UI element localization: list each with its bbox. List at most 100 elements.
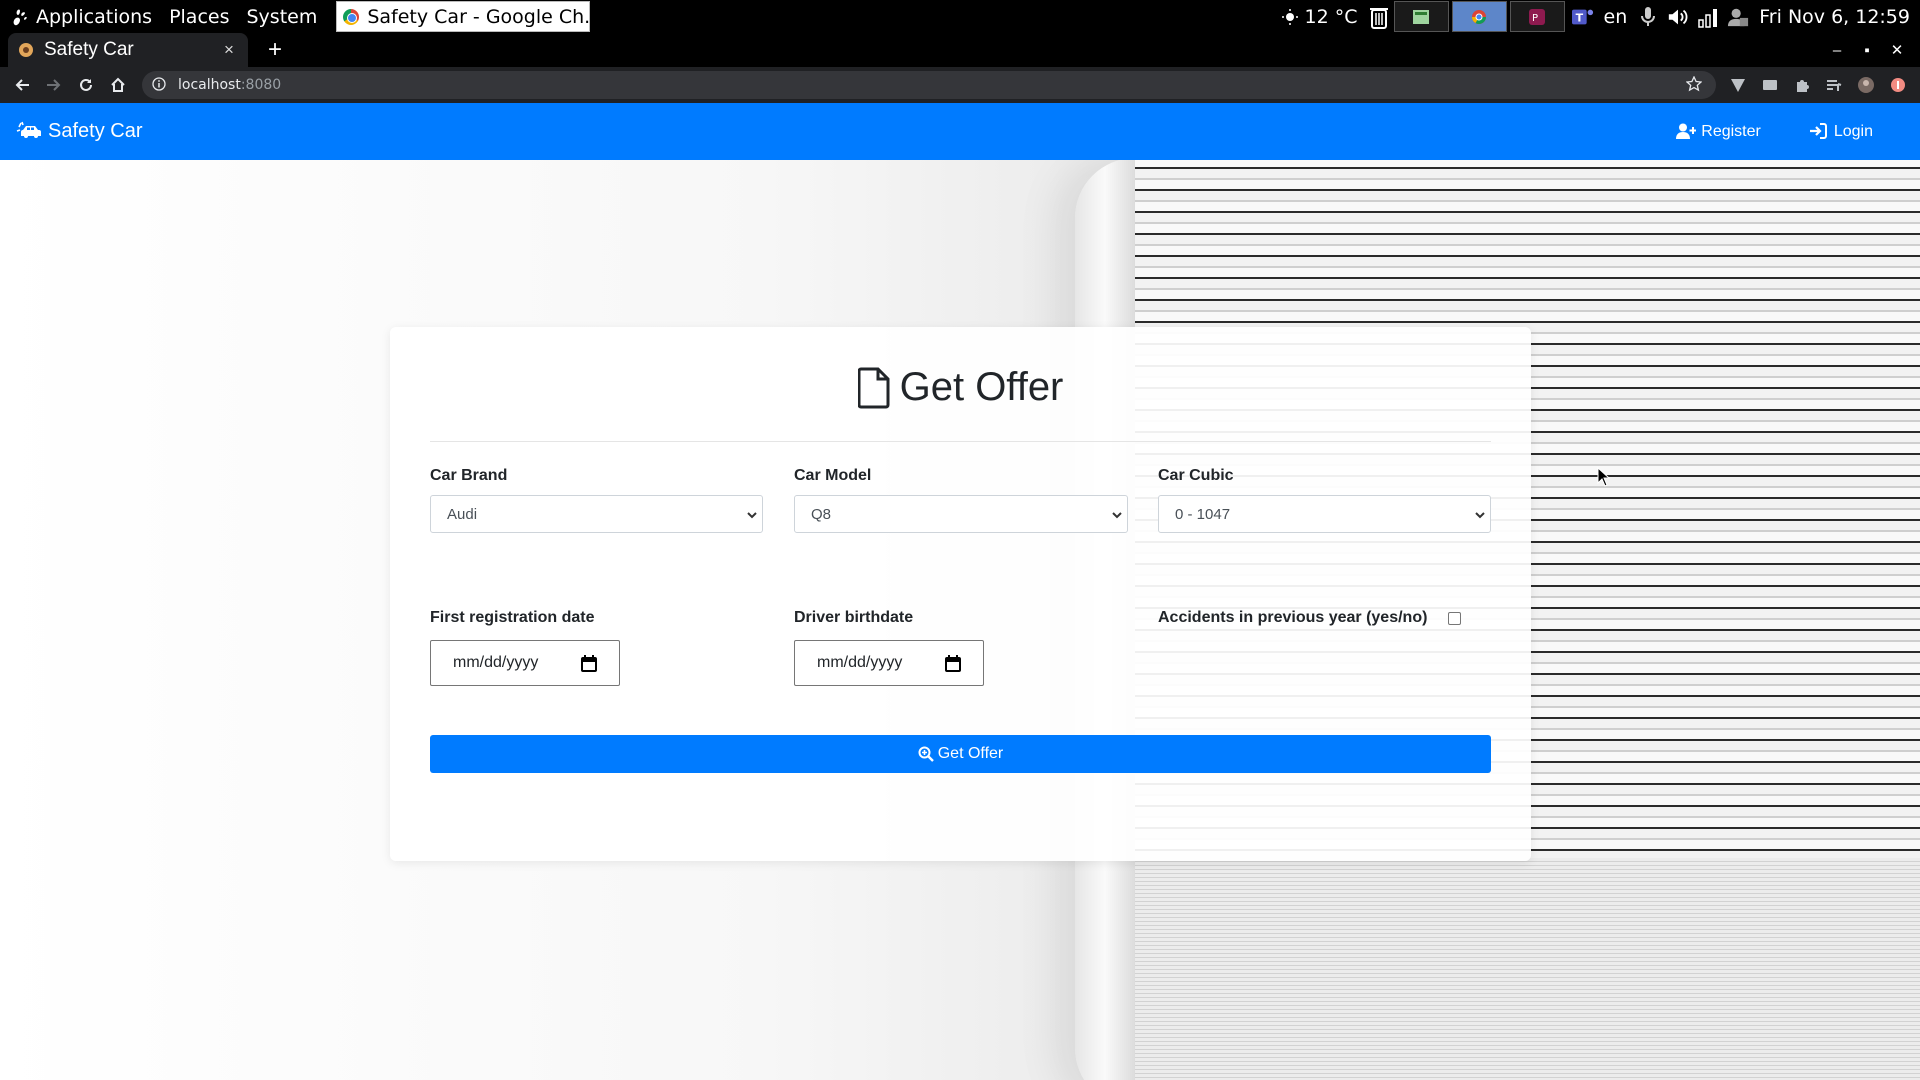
login-label: Login — [1833, 122, 1873, 140]
sun-icon — [1279, 6, 1301, 28]
clock[interactable]: Fri Nov 6, 12:59 — [1759, 6, 1910, 28]
forward-icon[interactable] — [38, 69, 70, 101]
calendar-icon[interactable] — [945, 655, 961, 672]
reload-icon[interactable] — [70, 69, 102, 101]
driver-birthdate-input[interactable]: mm/dd/yyyy — [794, 640, 984, 686]
car-model-field: Car Model — [794, 467, 871, 485]
menu-applications[interactable]: Applications — [36, 6, 152, 28]
back-icon[interactable] — [6, 69, 38, 101]
media-queue-icon[interactable] — [1818, 69, 1850, 101]
profile-avatar[interactable] — [1850, 69, 1882, 101]
tab-close-icon[interactable]: × — [220, 40, 238, 60]
search-plus-icon — [918, 746, 934, 762]
get-offer-button-label: Get Offer — [937, 745, 1004, 762]
taskbar-window-title: Safety Car - Google Ch... — [367, 5, 591, 28]
keyboard-language[interactable]: en — [1604, 6, 1628, 28]
address-bar[interactable]: localhost:8080 — [142, 71, 1716, 99]
svg-text:T: T — [1575, 11, 1583, 24]
book-pages-lower — [1135, 858, 1920, 1080]
driver-birthdate-label: Driver birthdate — [794, 609, 914, 626]
os-top-panel: Applications Places System Safety Car - … — [0, 0, 1920, 33]
file-icon — [857, 367, 890, 409]
gnome-foot-icon[interactable] — [8, 6, 30, 28]
title-divider — [430, 441, 1491, 442]
user-plus-icon — [1676, 123, 1697, 141]
get-offer-card: Get Offer Car Brand Audi Car Model Q8 Ca… — [390, 327, 1531, 861]
weather-temperature[interactable]: 12 °C — [1305, 6, 1358, 28]
first-registration-placeholder: mm/dd/yyyy — [453, 654, 539, 671]
taskbar-window-chrome[interactable]: Safety Car - Google Ch... — [336, 1, 591, 32]
register-link[interactable]: Register — [1676, 123, 1761, 141]
user-status-icon[interactable] — [1727, 6, 1749, 28]
trash-icon[interactable] — [1368, 6, 1390, 29]
navbar-brand[interactable]: Safety Car — [16, 120, 142, 143]
car-brand-select[interactable]: Audi — [430, 495, 763, 533]
site-info-icon[interactable] — [152, 77, 168, 93]
chevron-down-icon — [1475, 512, 1485, 519]
extension-icons — [1722, 67, 1914, 103]
page-title-text: Get Offer — [899, 365, 1064, 409]
driver-birthdate-field: Driver birthdate — [794, 609, 913, 627]
car-brand-value: Audi — [447, 505, 478, 523]
car-model-select[interactable]: Q8 — [794, 495, 1128, 533]
chrome-icon — [343, 8, 360, 25]
workspace-3[interactable]: P — [1509, 1, 1565, 32]
car-model-value: Q8 — [811, 505, 832, 523]
microphone-icon[interactable] — [1637, 6, 1659, 28]
car-cubic-select[interactable]: 0 - 1047 — [1158, 495, 1491, 533]
calendar-icon[interactable] — [581, 655, 597, 672]
network-signal-icon[interactable] — [1697, 6, 1719, 28]
bookmark-star-icon[interactable] — [1685, 75, 1704, 94]
navbar: Safety Car Register Login — [0, 103, 1920, 160]
get-offer-button[interactable]: Get Offer — [430, 735, 1491, 773]
volume-icon[interactable] — [1667, 6, 1689, 28]
navbar-links: Register Login — [1676, 103, 1920, 160]
browser-toolbar: localhost:8080 — [0, 67, 1920, 103]
accidents-checkbox[interactable] — [1448, 612, 1461, 625]
car-brand-field: Car Brand — [430, 467, 507, 485]
accidents-label: Accidents in previous year (yes/no) — [1158, 609, 1428, 626]
new-tab-button[interactable]: + — [262, 36, 288, 63]
update-indicator-icon[interactable] — [1882, 69, 1914, 101]
url-port: :8080 — [240, 77, 282, 93]
driver-birthdate-placeholder: mm/dd/yyyy — [817, 654, 903, 671]
car-cubic-label: Car Cubic — [1158, 467, 1234, 484]
url-text: localhost:8080 — [178, 77, 281, 93]
sign-in-icon — [1809, 122, 1829, 141]
car-model-label: Car Model — [794, 467, 872, 484]
web-page: Safety Car Register Login Get Offer Car … — [0, 103, 1920, 1080]
close-window-icon[interactable]: ✕ — [1882, 41, 1912, 59]
chevron-down-icon — [747, 512, 757, 519]
car-cubic-value: 0 - 1047 — [1175, 505, 1231, 523]
mouse-cursor-icon — [1597, 467, 1611, 487]
login-link[interactable]: Login — [1809, 122, 1873, 141]
first-registration-label: First registration date — [430, 609, 595, 626]
tab-favicon-icon — [18, 42, 34, 58]
vimium-extension-icon[interactable] — [1722, 69, 1754, 101]
system-tray: 12 °C P T en Fri Nov 6, 12:59 — [1275, 0, 1920, 33]
home-icon[interactable] — [102, 69, 134, 101]
register-label: Register — [1701, 122, 1761, 140]
car-cubic-field: Car Cubic — [1158, 467, 1234, 485]
extensions-puzzle-icon[interactable] — [1786, 69, 1818, 101]
workspace-2[interactable] — [1451, 1, 1507, 32]
workspace-1[interactable] — [1393, 1, 1449, 32]
menu-system[interactable]: System — [246, 6, 317, 28]
first-registration-field: First registration date — [430, 609, 594, 627]
os-menu-bar: Applications Places System — [0, 0, 334, 33]
window-controls: – ▪ ✕ — [1822, 33, 1912, 67]
screen-cast-extension-icon[interactable] — [1754, 69, 1786, 101]
car-brand-label: Car Brand — [430, 467, 508, 484]
car-crash-icon — [16, 121, 42, 143]
page-title: Get Offer — [390, 365, 1531, 410]
tab-safety-car[interactable]: Safety Car × — [8, 33, 248, 67]
menu-places[interactable]: Places — [169, 6, 229, 28]
tab-title: Safety Car — [44, 39, 134, 60]
minimize-icon[interactable]: – — [1822, 42, 1852, 59]
first-registration-date-input[interactable]: mm/dd/yyyy — [430, 640, 620, 686]
url-host: localhost — [178, 77, 241, 93]
brand-name: Safety Car — [48, 120, 143, 142]
teams-icon[interactable]: T — [1571, 6, 1594, 28]
maximize-icon[interactable]: ▪ — [1852, 42, 1882, 59]
svg-text:P: P — [1532, 13, 1538, 24]
